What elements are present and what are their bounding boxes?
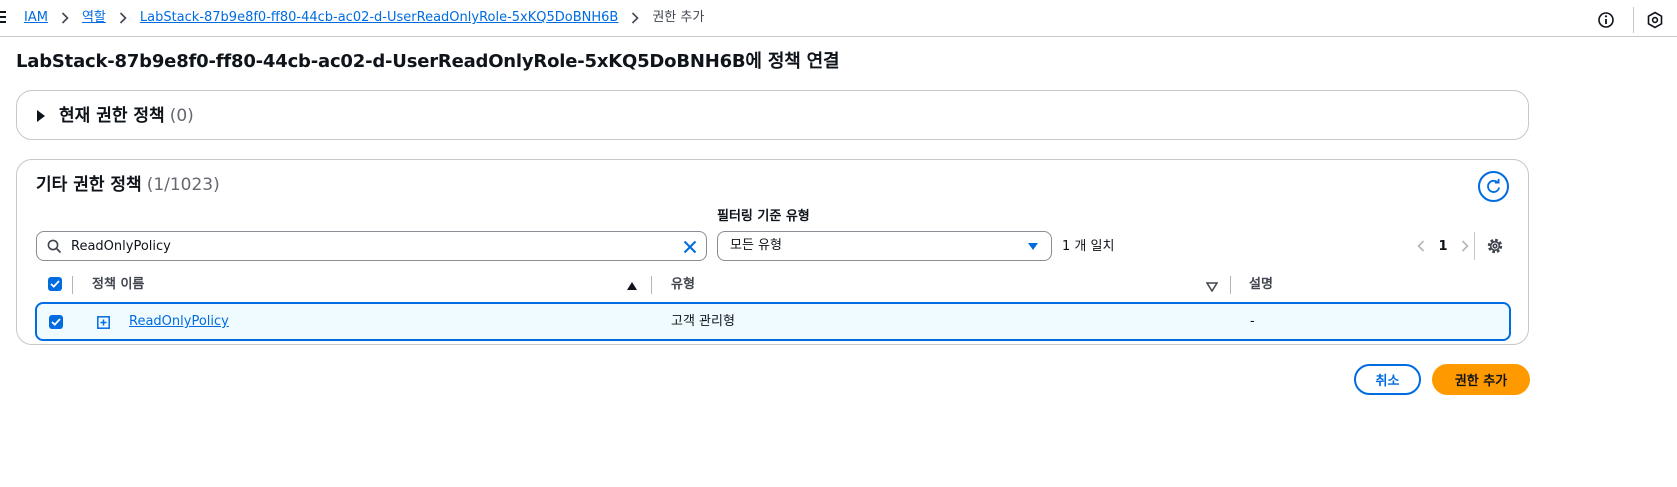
current-policies-panel: 현재 권한 정책 (0) bbox=[16, 90, 1529, 140]
type-filter-select[interactable]: 모든 유형 bbox=[717, 231, 1052, 261]
hexagon-icon[interactable] bbox=[1646, 11, 1664, 29]
search-input[interactable] bbox=[71, 235, 671, 257]
pagination: 1 bbox=[1411, 234, 1475, 258]
breadcrumb: IAM 역할 LabStack-87b9e8f0-ff80-44cb-ac02-… bbox=[24, 9, 704, 27]
divider bbox=[1633, 7, 1634, 33]
filter-type-label: 필터링 기준 유형 bbox=[717, 209, 810, 224]
current-policies-title: 현재 권한 정책 bbox=[59, 106, 165, 126]
policy-type: 고객 관리형 bbox=[671, 314, 735, 329]
column-separator bbox=[72, 276, 73, 294]
menu-icon[interactable] bbox=[0, 11, 6, 25]
policy-search bbox=[36, 231, 707, 261]
type-filter-value: 모든 유형 bbox=[730, 238, 782, 253]
chevron-right-icon bbox=[1461, 240, 1469, 252]
refresh-icon bbox=[1487, 178, 1500, 193]
refresh-button[interactable] bbox=[1478, 171, 1509, 202]
top-navigation-bar: IAM 역할 LabStack-87b9e8f0-ff80-44cb-ac02-… bbox=[0, 0, 1677, 37]
search-icon bbox=[47, 239, 62, 254]
match-count: 1 개 일치 bbox=[1062, 239, 1115, 254]
breadcrumb-roles[interactable]: 역할 bbox=[82, 9, 106, 27]
check-icon bbox=[51, 318, 61, 326]
other-policies-panel: 기타 권한 정책 (1/1023) 필터링 기준 유형 모든 유형 1 개 일치… bbox=[16, 159, 1529, 345]
row-checkbox[interactable] bbox=[49, 315, 63, 329]
chevron-left-icon bbox=[1417, 240, 1425, 252]
current-policies-count: (0) bbox=[169, 106, 194, 126]
caret-right-icon bbox=[37, 110, 45, 122]
breadcrumb-role-name[interactable]: LabStack-87b9e8f0-ff80-44cb-ac02-d-UserR… bbox=[140, 9, 618, 27]
table-row[interactable]: ReadOnlyPolicy 고객 관리형 - bbox=[35, 302, 1511, 341]
policy-description: - bbox=[1250, 314, 1255, 329]
clear-icon[interactable] bbox=[683, 239, 697, 254]
breadcrumb-iam[interactable]: IAM bbox=[24, 9, 48, 27]
sort-none-icon[interactable] bbox=[1205, 281, 1219, 293]
column-header-policy-name[interactable]: 정책 이름 bbox=[92, 276, 144, 294]
settings-icon[interactable] bbox=[1486, 237, 1504, 255]
next-page-button[interactable] bbox=[1455, 234, 1475, 258]
column-separator bbox=[651, 276, 652, 294]
column-header-description[interactable]: 설명 bbox=[1249, 276, 1273, 294]
caret-down-icon bbox=[1028, 243, 1038, 250]
divider bbox=[1474, 232, 1475, 260]
page-number[interactable]: 1 bbox=[1431, 239, 1455, 254]
previous-page-button[interactable] bbox=[1411, 234, 1431, 258]
chevron-right-icon bbox=[115, 9, 131, 27]
info-icon[interactable] bbox=[1597, 11, 1615, 29]
top-actions bbox=[1597, 7, 1677, 33]
cancel-button[interactable]: 취소 bbox=[1354, 364, 1421, 395]
add-permissions-button[interactable]: 권한 추가 bbox=[1432, 364, 1530, 395]
chevron-right-icon bbox=[57, 9, 73, 27]
check-icon bbox=[50, 280, 60, 288]
sort-ascending-icon[interactable] bbox=[627, 282, 637, 290]
breadcrumb-current: 권한 추가 bbox=[652, 10, 705, 25]
policy-name-link[interactable]: ReadOnlyPolicy bbox=[129, 313, 229, 331]
column-separator bbox=[1230, 276, 1231, 294]
other-policies-title: 기타 권한 정책 bbox=[36, 175, 142, 195]
expand-icon[interactable] bbox=[97, 314, 110, 329]
other-policies-header: 기타 권한 정책 (1/1023) bbox=[36, 173, 220, 197]
column-header-type[interactable]: 유형 bbox=[671, 276, 695, 294]
chevron-right-icon bbox=[627, 9, 643, 27]
current-policies-toggle[interactable]: 현재 권한 정책 (0) bbox=[37, 104, 194, 128]
table-header: 정책 이름 유형 설명 bbox=[36, 274, 1511, 296]
other-policies-count: (1/1023) bbox=[146, 175, 220, 195]
page-title: LabStack-87b9e8f0-ff80-44cb-ac02-d-UserR… bbox=[16, 51, 840, 72]
select-all-checkbox[interactable] bbox=[48, 277, 62, 291]
